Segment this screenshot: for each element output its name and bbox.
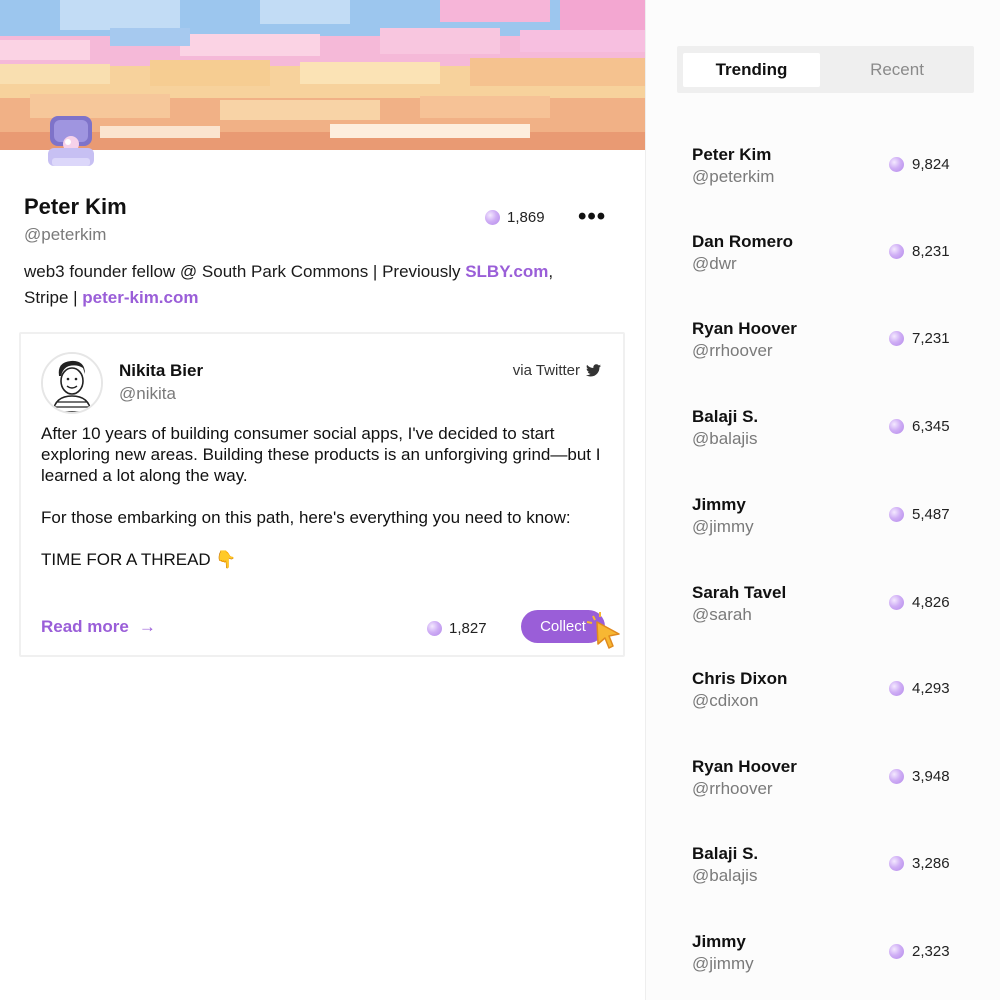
leaderboard-name: Peter Kim [692, 145, 772, 164]
tab-trending[interactable]: Trending [683, 53, 820, 87]
pearl-orb-icon [889, 331, 904, 346]
leaderboard-row[interactable]: Jimmy @jimmy 2,323 [692, 932, 962, 982]
profile-panel: Peter Kim @peterkim 1,869 ••• web3 found… [0, 0, 645, 1000]
leaderboard-score-value: 8,231 [912, 243, 950, 260]
post-paragraph: TIME FOR A THREAD 👇 [41, 550, 237, 569]
read-more-label: Read more [41, 617, 129, 636]
profile-points: 1,869 [485, 209, 545, 226]
author-avatar[interactable] [41, 352, 103, 414]
leaderboard-name: Balaji S. [692, 407, 759, 426]
leaderboard-row[interactable]: Balaji S. @balajis 6,345 [692, 407, 962, 457]
leaderboard-name: Dan Romero [692, 232, 794, 251]
profile-name: Peter Kim [24, 194, 127, 219]
leaderboard-row[interactable]: Ryan Hoover @rrhoover 3,948 [692, 757, 962, 807]
pearl-orb-icon [889, 681, 904, 696]
leaderboard-name: Jimmy [692, 495, 746, 514]
leaderboard-score: 8,231 [889, 243, 950, 260]
profile-handle: @peterkim [24, 225, 107, 244]
leaderboard-score-value: 4,293 [912, 680, 950, 697]
pearl-orb-icon [889, 157, 904, 172]
pearl-orb-icon [889, 595, 904, 610]
pearl-orb-icon [889, 944, 904, 959]
leaderboard-score: 7,231 [889, 330, 950, 347]
post-source[interactable]: via Twitter [513, 362, 601, 379]
leaderboard-handle: @dwr [692, 254, 737, 273]
leaderboard-score-value: 9,824 [912, 156, 950, 173]
leaderboard-handle: @jimmy [692, 517, 754, 536]
post-paragraph: For those embarking on this path, here's… [41, 508, 571, 527]
leaderboard-score: 4,293 [889, 680, 950, 697]
post-author-handle: @nikita [119, 384, 176, 403]
leaderboard-row[interactable]: Chris Dixon @cdixon 4,293 [692, 669, 962, 719]
leaderboard-score: 3,286 [889, 855, 950, 872]
profile-banner [0, 0, 645, 150]
bio-text: web3 founder fellow @ South Park Commons… [24, 262, 466, 281]
pearl-orb-icon [889, 856, 904, 871]
leaderboard-tabs: Trending Recent [677, 46, 974, 93]
tab-recent[interactable]: Recent [827, 53, 967, 87]
leaderboard-score-value: 2,323 [912, 943, 950, 960]
leaderboard-handle: @sarah [692, 605, 752, 624]
leaderboard-score-value: 7,231 [912, 330, 950, 347]
more-options-button[interactable]: ••• [578, 205, 606, 229]
twitter-bird-icon [586, 364, 601, 377]
collect-button[interactable]: Collect [521, 610, 605, 643]
leaderboard-handle: @rrhoover [692, 341, 773, 360]
post-card: Nikita Bier @nikita via Twitter After 10… [19, 332, 625, 657]
leaderboard-row[interactable]: Ryan Hoover @rrhoover 7,231 [692, 319, 962, 369]
pearl-orb-icon [485, 210, 500, 225]
pearl-orb-icon [427, 621, 442, 636]
profile-points-value: 1,869 [507, 209, 545, 226]
post-points-value: 1,827 [449, 620, 487, 637]
post-paragraph: After 10 years of building consumer soci… [41, 424, 601, 485]
leaderboard-name: Balaji S. [692, 844, 759, 863]
bio-link-slby[interactable]: SLBY.com [465, 262, 548, 281]
leaderboard-score-value: 3,286 [912, 855, 950, 872]
leaderboard-score-value: 5,487 [912, 506, 950, 523]
pearl-orb-icon [889, 244, 904, 259]
leaderboard-row[interactable]: Dan Romero @dwr 8,231 [692, 232, 962, 282]
leaderboard-handle: @cdixon [692, 691, 759, 710]
post-author-name[interactable]: Nikita Bier [119, 361, 203, 381]
leaderboard-row[interactable]: Jimmy @jimmy 5,487 [692, 495, 962, 545]
profile-bio: web3 founder fellow @ South Park Commons… [24, 259, 624, 311]
post-source-label: via Twitter [512, 362, 580, 379]
leaderboard-handle: @peterkim [692, 167, 775, 186]
leaderboard-name: Ryan Hoover [692, 319, 797, 338]
leaderboard-row[interactable]: Sarah Tavel @sarah 4,826 [692, 583, 962, 633]
post-body: After 10 years of building consumer soci… [41, 423, 611, 591]
leaderboard-score: 5,487 [889, 506, 950, 523]
bio-text-stripe: Stripe | [24, 288, 83, 307]
arrow-right-icon: → [138, 617, 156, 636]
leaderboard-row[interactable]: Balaji S. @balajis 3,286 [692, 844, 962, 894]
leaderboard-name: Jimmy [692, 932, 746, 951]
leaderboard-score-value: 6,345 [912, 418, 950, 435]
oyster-pearl-icon [48, 116, 94, 166]
leaderboard-score: 3,948 [889, 768, 950, 785]
leaderboard-row[interactable]: Peter Kim @peterkim 9,824 [692, 145, 962, 195]
pixel-clouds-image [0, 0, 645, 150]
leaderboard-score: 6,345 [889, 418, 950, 435]
leaderboard-score-value: 3,948 [912, 768, 950, 785]
leaderboard-name: Chris Dixon [692, 669, 788, 688]
leaderboard-panel: Trending Recent Peter Kim @peterkim 9,82… [646, 0, 1000, 1000]
bio-link-website[interactable]: peter-kim.com [82, 288, 198, 307]
pearl-orb-icon [889, 419, 904, 434]
leaderboard-handle: @jimmy [692, 954, 754, 973]
pearl-orb-icon [889, 769, 904, 784]
leaderboard-handle: @rrhoover [692, 779, 773, 798]
leaderboard-score: 2,323 [889, 943, 950, 960]
leaderboard-score-value: 4,826 [912, 594, 950, 611]
leaderboard-name: Ryan Hoover [692, 757, 797, 776]
leaderboard-score: 9,824 [889, 156, 950, 173]
bio-text-comma: , [548, 262, 554, 281]
pearl-orb-icon [889, 507, 904, 522]
read-more-link[interactable]: Read more → [41, 617, 156, 637]
leaderboard-name: Sarah Tavel [692, 583, 787, 602]
leaderboard-handle: @balajis [692, 866, 758, 885]
post-points: 1,827 [427, 620, 487, 637]
author-portrait-icon [43, 354, 101, 412]
leaderboard-handle: @balajis [692, 429, 758, 448]
leaderboard-score: 4,826 [889, 594, 950, 611]
